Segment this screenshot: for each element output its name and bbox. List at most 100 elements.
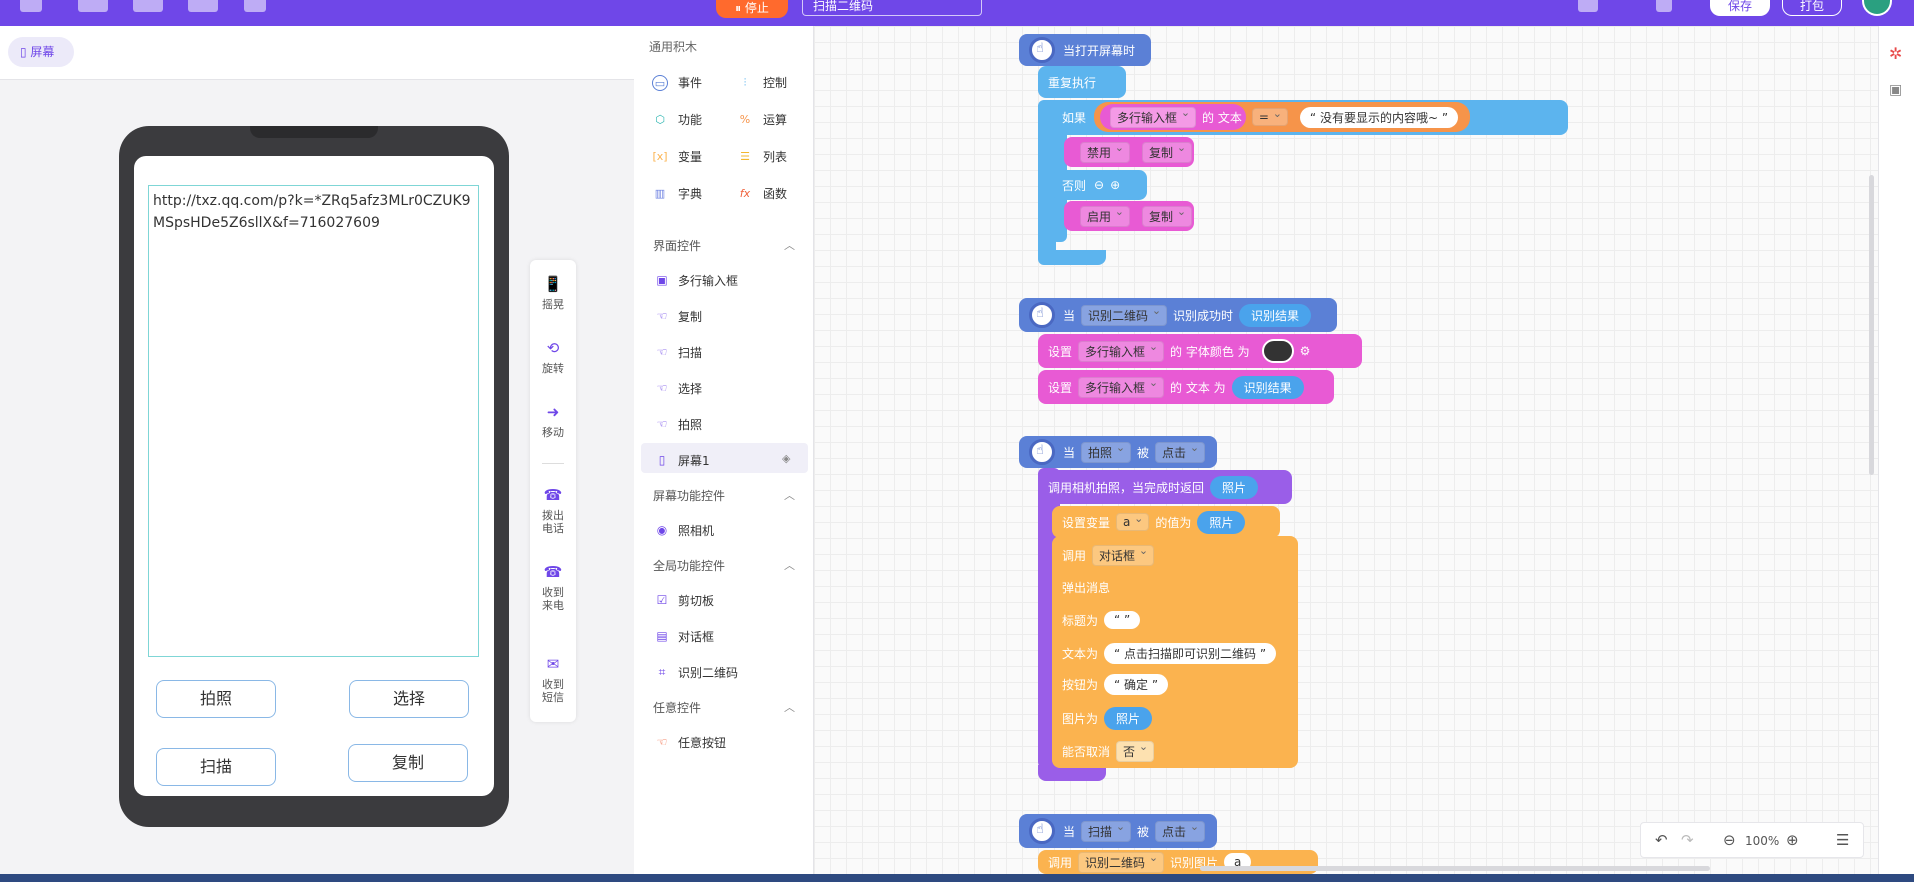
project-name-field[interactable]: 扫描二维码: [802, 0, 982, 16]
plugin-menu-icon[interactable]: [188, 0, 218, 12]
section-global-function[interactable]: 全局功能控件: [653, 557, 725, 574]
component-dropdown[interactable]: 识别二维码: [1081, 304, 1168, 326]
string-literal[interactable]: “ 没有要显示的内容哦~ ”: [1299, 106, 1459, 128]
sensor-call-out[interactable]: ☎ 拨出电话: [530, 485, 576, 535]
section-any-control[interactable]: 任意控件: [653, 699, 701, 716]
share-icon[interactable]: [1656, 0, 1672, 12]
component-dropdown[interactable]: 识别二维码: [1078, 851, 1165, 873]
section-screen-function[interactable]: 屏幕功能控件: [653, 487, 725, 504]
color-swatch[interactable]: [1261, 339, 1294, 363]
set-variable-block[interactable]: 设置变量 a 的值为照片: [1052, 506, 1280, 538]
call-dialog-block[interactable]: 调用 对话框: [1052, 540, 1252, 570]
device-icon[interactable]: [244, 0, 266, 12]
string-literal[interactable]: “ ”: [1104, 611, 1141, 629]
set-text-block[interactable]: 设置多行输入框的 文本 为识别结果: [1038, 370, 1334, 404]
action-dropdown[interactable]: 禁用: [1080, 141, 1131, 163]
file-menu-icon[interactable]: [78, 0, 108, 12]
vertical-scrollbar[interactable]: [1869, 175, 1874, 475]
action-dropdown[interactable]: 启用: [1080, 205, 1131, 227]
zoom-in-icon[interactable]: ⊕: [1786, 831, 1799, 849]
string-literal[interactable]: “ 确定 ”: [1104, 673, 1169, 695]
enable-block[interactable]: 启用复制: [1064, 201, 1194, 231]
camera-block[interactable]: 调用相机拍照，当完成时返回 照片: [1038, 470, 1292, 504]
backpack-icon[interactable]: ▣: [1889, 82, 1902, 98]
repeat-block[interactable]: 重复执行: [1038, 66, 1126, 98]
remove-icon[interactable]: ⊖: [1094, 178, 1104, 192]
sensor-rotate[interactable]: ⟲ 旋转: [530, 338, 576, 375]
component-dropdown[interactable]: 拍照: [1081, 441, 1132, 463]
user-icon[interactable]: [1578, 0, 1598, 12]
block-workspace[interactable]: [814, 26, 1878, 874]
sensor-sms[interactable]: ✉ 收到短信: [530, 654, 576, 704]
compare-block[interactable]: 多行输入框的 文本 = “ 没有要显示的内容哦~ ”: [1094, 102, 1471, 132]
select-button[interactable]: 选择: [349, 680, 469, 718]
gear-icon[interactable]: ⚙: [1300, 344, 1311, 358]
category-control[interactable]: ⫶ 控制: [737, 74, 787, 91]
text-getter-block[interactable]: 多行输入框的 文本: [1100, 104, 1246, 130]
component-camera[interactable]: ◉ 照相机: [655, 520, 714, 540]
collapse-icon[interactable]: ︿: [784, 699, 795, 715]
photo-button[interactable]: 拍照: [156, 680, 276, 718]
component-dropdown[interactable]: 多行输入框: [1110, 106, 1197, 128]
layers-icon[interactable]: ◈: [782, 452, 790, 465]
sensor-move[interactable]: ➜ 移动: [530, 402, 576, 439]
copy-button[interactable]: 复制: [348, 744, 468, 782]
component-dropdown[interactable]: 复制: [1142, 205, 1193, 227]
stop-button[interactable]: ⏸ 停止: [716, 0, 788, 18]
result-param[interactable]: 识别结果: [1231, 375, 1304, 399]
set-font-color-block[interactable]: 设置多行输入框的 字体颜色 为 ⚙: [1038, 334, 1362, 368]
boolean-dropdown[interactable]: 否: [1116, 740, 1155, 762]
sensor-shake[interactable]: 📱 摇晃: [530, 274, 576, 311]
event-block-scan-click[interactable]: 当扫描被点击: [1019, 814, 1217, 848]
component-dropdown[interactable]: 扫描: [1081, 820, 1132, 842]
component-dropdown[interactable]: 对话框: [1092, 544, 1155, 566]
disable-block[interactable]: 禁用复制: [1064, 137, 1194, 167]
screen-tab[interactable]: ▯ 屏幕: [8, 37, 74, 67]
zoom-out-icon[interactable]: ⊖: [1723, 831, 1736, 849]
if-block[interactable]: 如果 多行输入框的 文本 = “ 没有要显示的内容哦~ ”: [1052, 100, 1542, 134]
component-select[interactable]: ☜ 选择: [655, 378, 702, 398]
category-list[interactable]: ☰ 列表: [737, 148, 787, 165]
event-block-screen-open[interactable]: 当打开屏幕时: [1019, 34, 1151, 66]
help-menu-icon[interactable]: [133, 0, 163, 12]
pack-button[interactable]: 打包: [1782, 0, 1842, 16]
component-multiline-input[interactable]: ▣ 多行输入框: [655, 270, 738, 290]
collapse-icon[interactable]: ︿: [784, 237, 795, 253]
variable-dropdown[interactable]: a: [1116, 512, 1150, 531]
component-screen1[interactable]: ▯ 屏幕1: [655, 450, 710, 470]
collapse-icon[interactable]: ︿: [784, 487, 795, 503]
save-button[interactable]: 保存: [1710, 0, 1770, 16]
event-dropdown[interactable]: 点击: [1155, 820, 1206, 842]
bug-icon[interactable]: ✲: [1889, 44, 1902, 63]
sensor-call-in[interactable]: ☎ 收到来电: [530, 562, 576, 612]
component-dropdown[interactable]: 多行输入框: [1078, 340, 1165, 362]
photo-param[interactable]: 照片: [1104, 706, 1153, 730]
component-scan[interactable]: ☜ 扫描: [655, 342, 702, 362]
category-dict[interactable]: ▥ 字典: [652, 185, 702, 202]
component-qr[interactable]: ⌗ 识别二维码: [655, 662, 738, 682]
photo-param[interactable]: 照片: [1197, 510, 1246, 534]
category-function[interactable]: ⬡ 功能: [652, 111, 702, 128]
category-event[interactable]: ▭ 事件: [652, 74, 702, 91]
photo-param[interactable]: 照片: [1210, 475, 1259, 499]
component-copy[interactable]: ☜ 复制: [655, 306, 702, 326]
category-variable[interactable]: [x] 变量: [652, 148, 702, 165]
component-clipboard[interactable]: ☑ 剪切板: [655, 590, 714, 610]
add-icon[interactable]: ⊕: [1110, 178, 1120, 192]
component-photo[interactable]: ☜ 拍照: [655, 414, 702, 434]
horizontal-scrollbar[interactable]: [1200, 866, 1710, 871]
component-any-button[interactable]: ☜ 任意按钮: [655, 732, 726, 752]
align-icon[interactable]: ☰: [1836, 831, 1849, 849]
string-literal[interactable]: “ 点击扫描即可识别二维码 ”: [1104, 642, 1277, 664]
category-procedure[interactable]: fx 函数: [737, 185, 787, 202]
collapse-icon[interactable]: ︿: [784, 557, 795, 573]
component-dropdown[interactable]: 复制: [1142, 141, 1193, 163]
redo-icon[interactable]: ↷: [1681, 831, 1694, 849]
event-block-qr-success[interactable]: 当识别二维码识别成功时识别结果: [1019, 298, 1337, 332]
scan-button[interactable]: 扫描: [156, 748, 276, 786]
event-block-photo-click[interactable]: 当拍照被点击: [1019, 436, 1217, 468]
component-dialog[interactable]: ▤ 对话框: [655, 626, 714, 646]
event-dropdown[interactable]: 点击: [1155, 441, 1206, 463]
operator-dropdown[interactable]: =: [1251, 107, 1288, 126]
section-ui-controls[interactable]: 界面控件: [653, 237, 701, 254]
